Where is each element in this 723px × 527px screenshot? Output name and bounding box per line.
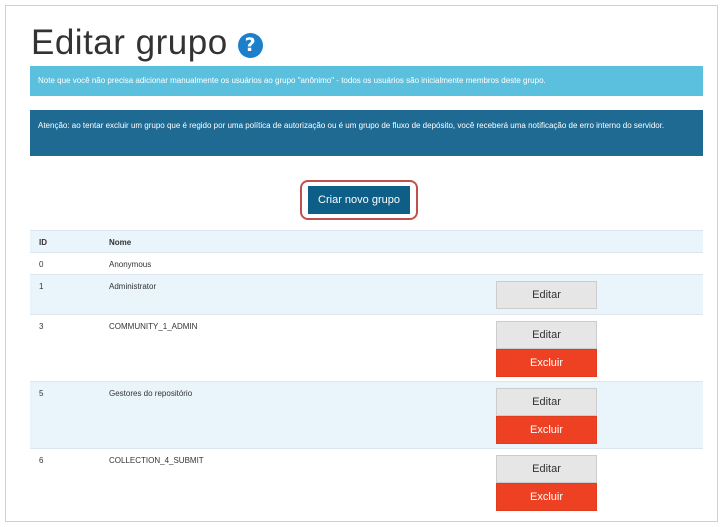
table-row: 1 Administrator Editar [30,274,703,314]
group-name: Gestores do repositório [109,389,193,398]
group-id: 3 [39,322,44,331]
create-group-button[interactable]: Criar novo grupo [308,186,410,214]
table-row: 6 COLLECTION_4_SUBMIT Editar Excluir [30,448,703,515]
table-row: 5 Gestores do repositório Editar Excluir [30,381,703,448]
column-header-name: Nome [109,238,132,247]
edit-button[interactable]: Editar [496,388,597,416]
page-container: Editar grupo ? Note que você não precisa… [5,5,718,522]
group-id: 5 [39,389,44,398]
group-name: COMMUNITY_1_ADMIN [109,322,198,331]
create-button-highlight: Criar novo grupo [300,180,418,220]
delete-button[interactable]: Excluir [496,416,597,444]
group-id: 1 [39,282,44,291]
group-name: Anonymous [109,260,152,269]
warning-alert: Atenção: ao tentar excluir um grupo que … [30,110,703,156]
edit-button[interactable]: Editar [496,455,597,483]
table-row: 0 Anonymous [30,252,703,274]
delete-button[interactable]: Excluir [496,483,597,511]
delete-button[interactable]: Excluir [496,349,597,377]
groups-table: ID Nome 0 Anonymous 1 Administrator Edit… [30,230,703,515]
table-header: ID Nome [30,230,703,252]
group-name: COLLECTION_4_SUBMIT [109,456,204,465]
group-id: 0 [39,260,44,269]
warning-alert-text: Atenção: ao tentar excluir um grupo que … [38,121,665,130]
info-alert: Note que você não precisa adicionar manu… [30,66,703,96]
edit-button[interactable]: Editar [496,321,597,349]
question-circle-icon[interactable]: ? [237,32,263,58]
edit-button[interactable]: Editar [496,281,597,309]
group-id: 6 [39,456,44,465]
page-title: Editar grupo [31,23,228,62]
column-header-id: ID [39,238,47,247]
group-name: Administrator [109,282,157,291]
table-row: 3 COMMUNITY_1_ADMIN Editar Excluir [30,314,703,381]
title-row: Editar grupo ? [31,20,263,66]
info-alert-text: Note que você não precisa adicionar manu… [38,76,546,85]
